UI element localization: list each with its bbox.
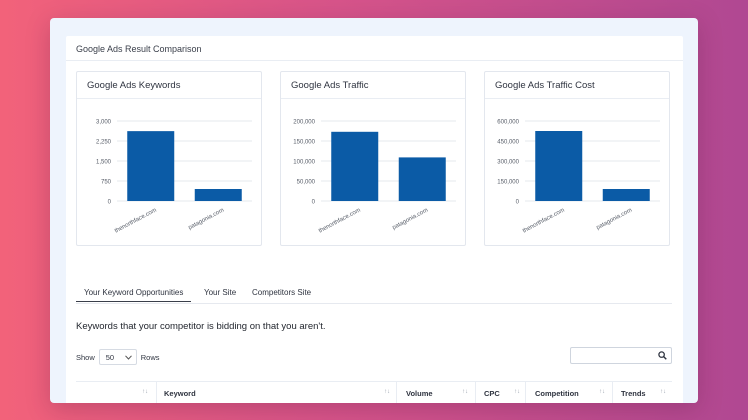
sort-icon[interactable]: ↑↓ bbox=[384, 389, 390, 395]
x-tick-label: thenorthface.com bbox=[114, 207, 158, 234]
y-tick-label: 0 bbox=[108, 200, 112, 206]
tab-bar: Your Keyword Opportunities Your Site Com… bbox=[76, 288, 672, 304]
y-tick-label: 100,000 bbox=[293, 160, 315, 166]
rows-label: Rows bbox=[140, 352, 160, 362]
comparison-title: Google Ads Result Comparison bbox=[76, 44, 202, 54]
tab-keyword-opportunities[interactable]: Your Keyword Opportunities bbox=[76, 288, 192, 302]
comparison-divider bbox=[66, 60, 683, 61]
y-tick-label: 0 bbox=[516, 200, 520, 206]
traffic-chart-title: Google Ads Traffic bbox=[291, 80, 369, 91]
y-tick-label: 450,000 bbox=[497, 140, 519, 146]
search-input[interactable] bbox=[570, 347, 672, 364]
bar-thenorthface-com bbox=[535, 131, 583, 201]
y-tick-label: 150,000 bbox=[293, 140, 315, 146]
tab-your-site[interactable]: Your Site bbox=[204, 288, 236, 297]
sort-icon[interactable]: ↑↓ bbox=[514, 389, 520, 395]
show-label: Show bbox=[76, 352, 95, 362]
y-tick-label: 1,500 bbox=[96, 160, 112, 166]
y-tick-label: 200,000 bbox=[293, 120, 315, 126]
y-tick-label: 600,000 bbox=[497, 120, 519, 126]
bar-patagonia-com bbox=[398, 157, 446, 201]
column-keyword[interactable]: Keyword bbox=[164, 389, 196, 398]
y-tick-label: 0 bbox=[312, 200, 316, 206]
y-tick-label: 2,250 bbox=[96, 140, 112, 146]
keywords-chart: 0 750 1,500 2,250 3,000 thenorthface.com patag… bbox=[96, 120, 252, 235]
tab-competitors-site[interactable]: Competitors Site bbox=[252, 288, 311, 297]
x-tick-label: patagonia.com bbox=[392, 207, 430, 231]
rows-select-value: 50 bbox=[105, 352, 115, 362]
y-tick-label: 750 bbox=[101, 180, 112, 186]
chevron-down-icon bbox=[124, 354, 132, 360]
column-volume[interactable]: Volume bbox=[406, 389, 433, 398]
sort-icon[interactable]: ↑↓ bbox=[142, 389, 148, 395]
y-tick-label: 150,000 bbox=[497, 180, 519, 186]
column-divider bbox=[475, 382, 476, 403]
traffic-chart: 0 50,000 100,000 150,000 200,000 thenorthface… bbox=[293, 120, 456, 235]
rows-select[interactable]: 50 bbox=[98, 349, 137, 365]
y-tick-label: 300,000 bbox=[497, 160, 519, 166]
traffic-cost-chart-card: Google Ads Traffic Cost 0 150,000 300,000 4… bbox=[484, 71, 670, 246]
column-divider bbox=[396, 382, 397, 403]
column-cpc[interactable]: CPC bbox=[484, 389, 500, 398]
bar-patagonia-com bbox=[194, 189, 242, 201]
keywords-card: Your Keyword Opportunities Your Site Com… bbox=[66, 274, 683, 403]
keywords-chart-card: Google Ads Keywords 0 750 1,500 2,250 3,000 t… bbox=[76, 71, 262, 246]
rows-per-page: Show 50 Rows bbox=[76, 349, 160, 365]
traffic-cost-chart: 0 150,000 300,000 450,000 600,000 thenorthfac… bbox=[497, 120, 660, 235]
sort-icon[interactable]: ↑↓ bbox=[599, 389, 605, 395]
x-tick-label: thenorthface.com bbox=[318, 207, 362, 234]
sort-icon[interactable]: ↑↓ bbox=[462, 389, 468, 395]
column-divider bbox=[612, 382, 613, 403]
keywords-chart-title: Google Ads Keywords bbox=[87, 80, 181, 91]
comparison-card: Google Ads Result Comparison Google Ads … bbox=[66, 36, 683, 276]
bar-thenorthface-com bbox=[331, 131, 379, 201]
traffic-cost-chart-title: Google Ads Traffic Cost bbox=[495, 80, 595, 91]
x-tick-label: patagonia.com bbox=[188, 207, 226, 231]
y-tick-label: 3,000 bbox=[96, 120, 112, 126]
x-tick-label: patagonia.com bbox=[596, 207, 634, 231]
table-header: ↑↓ Keyword ↑↓ Volume ↑↓ CPC ↑↓ Competiti… bbox=[76, 381, 672, 403]
column-divider bbox=[156, 382, 157, 403]
column-competition[interactable]: Competition bbox=[535, 389, 579, 398]
sort-icon[interactable]: ↑↓ bbox=[660, 389, 666, 395]
bar-thenorthface-com bbox=[127, 131, 175, 201]
x-tick-label: thenorthface.com bbox=[522, 207, 566, 234]
bar-patagonia-com bbox=[602, 189, 650, 201]
app-window: Google Ads Result Comparison Google Ads … bbox=[50, 18, 698, 403]
search-icon[interactable] bbox=[658, 351, 667, 360]
column-trends[interactable]: Trends bbox=[621, 389, 646, 398]
column-divider bbox=[525, 382, 526, 403]
section-heading: Keywords that your competitor is bidding… bbox=[76, 321, 326, 332]
traffic-chart-card: Google Ads Traffic 0 50,000 100,000 150,000… bbox=[280, 71, 466, 246]
y-tick-label: 50,000 bbox=[297, 180, 316, 186]
